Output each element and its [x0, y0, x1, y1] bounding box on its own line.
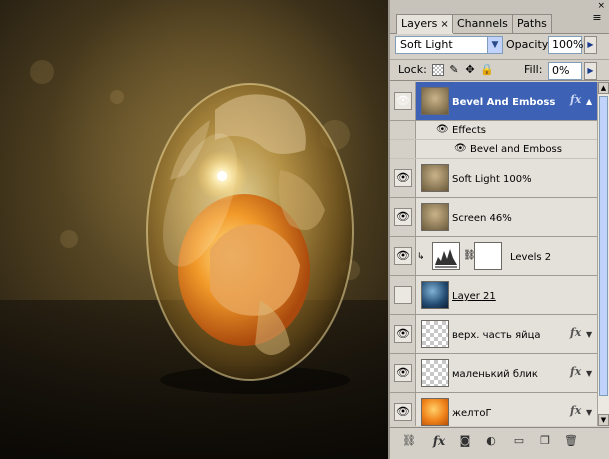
lock-transparency-icon[interactable]	[432, 64, 444, 76]
layer-name: маленький блик	[452, 369, 538, 380]
layer-row[interactable]: 👁 маленький блик fx ▼	[390, 354, 597, 393]
lock-all-icon[interactable]: 🔒	[480, 64, 494, 76]
scroll-up-icon[interactable]: ▲	[598, 82, 609, 94]
opacity-input[interactable]: 100%	[548, 36, 584, 54]
layer-row[interactable]: 👁 Soft Light 100%	[390, 159, 597, 198]
layer-row[interactable]: Layer 21	[390, 276, 597, 315]
layer-row[interactable]: 👁 желтоГ fx ▼	[390, 393, 597, 426]
fill-label: Fill:	[524, 63, 543, 76]
chevron-down-icon[interactable]: ▼	[586, 369, 592, 378]
fx-icon[interactable]: fx	[570, 326, 581, 339]
new-layer-icon[interactable]: ❐	[536, 433, 554, 449]
layer-name: Levels 2	[510, 252, 552, 263]
eye-icon[interactable]: 👁	[394, 208, 412, 226]
chevron-down-icon[interactable]: ▼	[586, 330, 592, 339]
folder-icon[interactable]: ▭	[510, 433, 528, 449]
chevron-down-icon[interactable]: ▼	[487, 37, 502, 53]
tab-paths-label: Paths	[517, 17, 547, 30]
layer-name: верх. часть яйца	[452, 330, 541, 341]
clip-arrow-icon: ↳	[417, 252, 425, 262]
trash-icon[interactable]: 🗑	[562, 433, 580, 449]
fill-slider-arrow-icon[interactable]: ▶	[584, 62, 597, 80]
layer-thumbnail	[421, 359, 449, 387]
document-canvas[interactable]	[0, 0, 388, 459]
layer-row[interactable]: 👁 Screen 46%	[390, 198, 597, 237]
layer-row[interactable]: 👁 Bevel And Emboss fx ▲	[390, 82, 597, 121]
layer-name: Screen 46%	[452, 213, 512, 224]
fx-icon[interactable]: fx	[570, 93, 581, 106]
layers-bottom-toolbar: ⛓ fx ◙ ◐ ▭ ❐ 🗑	[390, 427, 609, 459]
layers-scrollbar[interactable]: ▲ ▼	[597, 82, 609, 426]
chevron-down-icon[interactable]: ▼	[586, 408, 592, 417]
layer-thumbnail	[421, 398, 449, 426]
effects-label: Effects	[452, 125, 486, 136]
lock-brush-icon[interactable]: ✎	[448, 64, 460, 76]
layers-panel: × Layers × Channels Paths ≡ Soft Light ▼ …	[388, 0, 609, 459]
lock-label: Lock:	[398, 63, 427, 76]
tab-layers-label: Layers	[401, 17, 438, 30]
fx-icon[interactable]: fx	[570, 365, 581, 378]
eye-icon[interactable]: 👁	[394, 247, 412, 265]
scroll-down-icon[interactable]: ▼	[598, 414, 609, 426]
tab-channels-label: Channels	[457, 17, 508, 30]
opacity-label: Opacity:	[506, 38, 552, 51]
opacity-value: 100%	[552, 38, 584, 51]
eye-icon[interactable]: 👁	[394, 169, 412, 187]
add-mask-icon[interactable]: ◙	[456, 433, 474, 449]
eye-icon[interactable]: 👁	[394, 325, 412, 343]
opacity-slider-arrow-icon[interactable]: ▶	[584, 36, 597, 54]
eye-icon[interactable]: 👁	[394, 403, 412, 421]
layer-name: Soft Light 100%	[452, 174, 532, 185]
lock-move-icon[interactable]: ✥	[464, 64, 476, 76]
layer-row[interactable]: 👁 ↳ ⛓ Levels 2	[390, 237, 597, 276]
add-layer-style-icon[interactable]: fx	[430, 433, 448, 449]
tab-paths[interactable]: Paths	[512, 14, 552, 33]
layer-thumbnail	[421, 203, 449, 231]
effects-row[interactable]: 👁 Effects	[390, 121, 597, 140]
tab-close-icon[interactable]: ×	[440, 19, 448, 30]
layer-name: Layer 21	[452, 291, 496, 302]
layers-list[interactable]: 👁 Bevel And Emboss fx ▲ 👁 Effects 👁 Beve…	[390, 82, 597, 426]
eye-icon[interactable]: 👁	[394, 92, 412, 110]
chevron-up-icon[interactable]: ▲	[586, 97, 592, 106]
layer-thumbnail	[421, 87, 449, 115]
scrollbar-thumb[interactable]	[599, 96, 608, 396]
layer-mask-thumbnail	[474, 242, 502, 270]
eye-icon[interactable]: 👁	[436, 124, 449, 135]
panel-close-icon[interactable]: ×	[597, 1, 605, 11]
effect-name: Bevel and Emboss	[470, 144, 562, 155]
eye-hidden-icon[interactable]	[394, 286, 412, 304]
glass-egg-artwork	[146, 83, 354, 394]
link-layers-icon[interactable]: ⛓	[400, 433, 418, 449]
panel-tab-bar: × Layers × Channels Paths ≡	[390, 0, 609, 34]
adjustment-layer-icon[interactable]: ◐	[482, 433, 500, 449]
blend-opacity-row: Soft Light ▼ Opacity: 100% ▶	[390, 36, 609, 58]
tab-layers[interactable]: Layers ×	[396, 14, 454, 34]
eye-icon[interactable]: 👁	[454, 143, 467, 154]
fill-value: 0%	[552, 64, 570, 77]
levels-adjustment-icon	[432, 242, 460, 270]
fill-input[interactable]: 0%	[548, 62, 582, 80]
layer-thumbnail	[421, 320, 449, 348]
layer-name: желтоГ	[452, 408, 492, 419]
layer-thumbnail	[421, 281, 449, 309]
layer-name: Bevel And Emboss	[452, 97, 556, 108]
layer-row[interactable]: 👁 верх. часть яйца fx ▼	[390, 315, 597, 354]
tab-channels[interactable]: Channels	[452, 14, 513, 33]
effect-item-row[interactable]: 👁 Bevel and Emboss	[390, 140, 597, 159]
lock-fill-row: Lock: ✎ ✥ 🔒 Fill: 0% ▶	[390, 59, 609, 81]
eye-icon[interactable]: 👁	[394, 364, 412, 382]
blend-mode-select[interactable]: Soft Light ▼	[395, 36, 503, 54]
fx-icon[interactable]: fx	[570, 404, 581, 417]
panel-menu-icon[interactable]: ≡	[590, 11, 604, 25]
blend-mode-value: Soft Light	[400, 38, 453, 51]
layer-thumbnail	[421, 164, 449, 192]
